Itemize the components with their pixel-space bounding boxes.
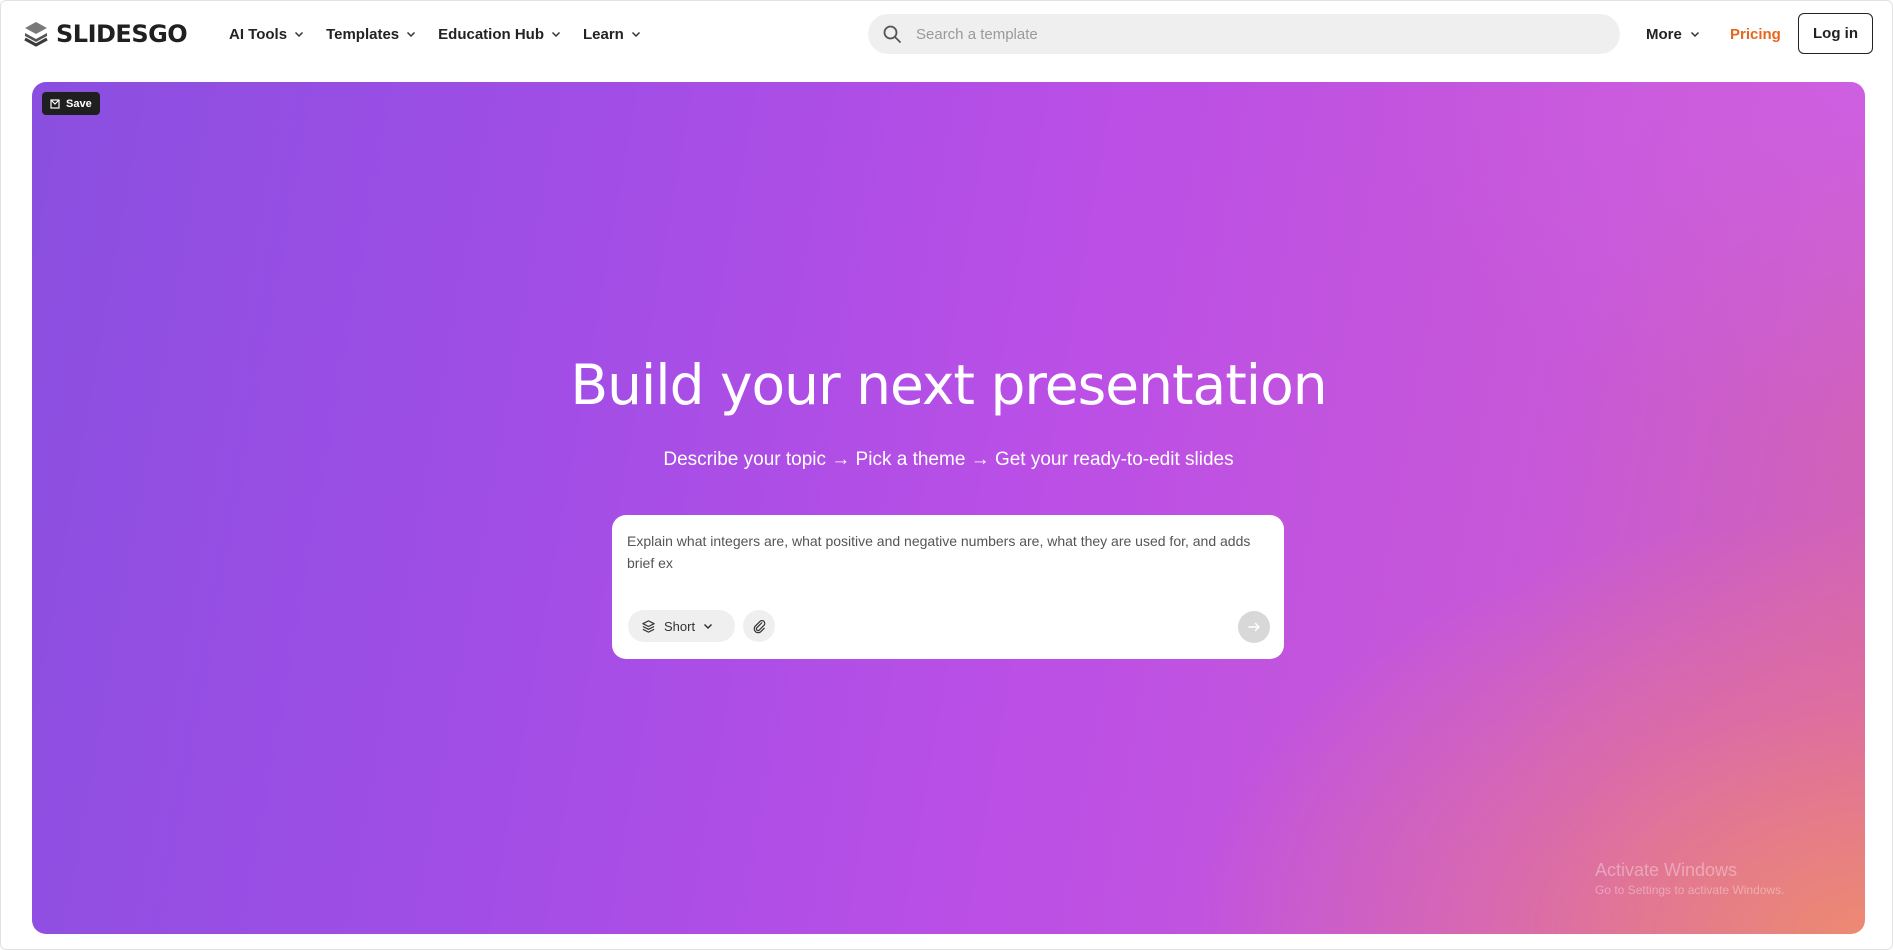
nav-templates[interactable]: Templates xyxy=(326,26,416,43)
save-label: Save xyxy=(66,97,92,110)
nav-label: Templates xyxy=(326,25,400,43)
paperclip-icon xyxy=(753,619,765,633)
length-dropdown[interactable]: Short xyxy=(628,610,735,642)
save-icon xyxy=(50,98,60,109)
chevron-down-icon xyxy=(551,31,561,38)
prompt-input[interactable]: Explain what integers are, what positive… xyxy=(627,530,1267,590)
slidesgo-logo-icon xyxy=(24,22,48,47)
watermark-subtitle: Go to Settings to activate Windows. xyxy=(1595,883,1785,897)
hero-subtitle: Describe your topic → Pick a theme → Get… xyxy=(663,449,1234,470)
login-button[interactable]: Log in xyxy=(1798,13,1873,54)
site-header: SLIDESGO AI Tools Templates Education Hu… xyxy=(0,0,1893,68)
hero-section: Save Build your next presentation Descri… xyxy=(32,82,1865,934)
search-icon xyxy=(883,25,901,43)
nav-learn[interactable]: Learn xyxy=(583,26,641,43)
chevron-down-icon xyxy=(704,623,713,630)
logo[interactable]: SLIDESGO xyxy=(22,19,188,49)
chevron-down-icon xyxy=(631,31,640,38)
nav-education-hub[interactable]: Education Hub xyxy=(438,26,561,43)
save-button[interactable]: Save xyxy=(42,92,100,115)
attach-file-button[interactable] xyxy=(743,610,775,642)
chevron-down-icon xyxy=(1690,31,1699,38)
chevron-down-icon xyxy=(295,31,304,38)
logo-text: SLIDESGO xyxy=(56,20,188,48)
more-label: More xyxy=(1646,25,1682,43)
nav-label: Learn xyxy=(582,25,624,43)
layers-icon xyxy=(642,619,655,633)
more-menu[interactable]: More xyxy=(1646,22,1700,46)
main-nav: AI Tools Templates Education Hub Learn xyxy=(229,22,663,46)
nav-label: AI Tools xyxy=(229,25,288,43)
nav-ai-tools[interactable]: AI Tools xyxy=(229,26,304,43)
prompt-card: Explain what integers are, what positive… xyxy=(612,515,1284,659)
arrow-right-icon xyxy=(1248,622,1260,632)
search-bar xyxy=(868,14,1620,54)
watermark-title: Activate Windows xyxy=(1595,860,1738,880)
activate-windows-watermark: Activate Windows Go to Settings to activ… xyxy=(1595,860,1855,897)
length-label: Short xyxy=(664,618,696,634)
chevron-down-icon xyxy=(407,31,416,38)
hero-title: Build your next presentation xyxy=(570,353,1327,417)
pricing-link[interactable]: Pricing xyxy=(1730,22,1781,46)
search-input[interactable] xyxy=(916,14,1596,54)
nav-label: Education Hub xyxy=(438,25,544,43)
submit-prompt-button[interactable] xyxy=(1238,611,1270,643)
